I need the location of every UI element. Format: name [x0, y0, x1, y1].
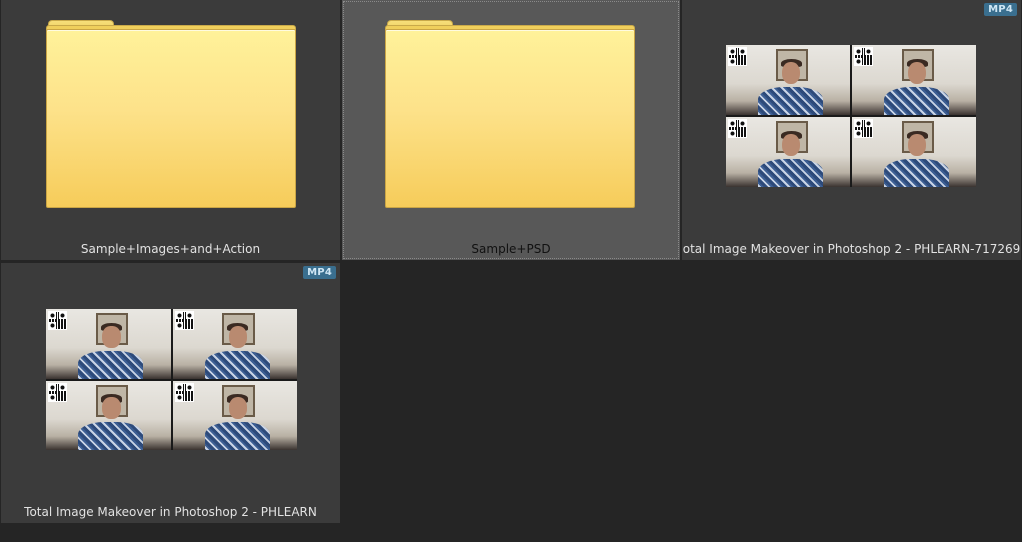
qr-code-icon — [728, 119, 747, 138]
tile-label: otal Image Makeover in Photoshop 2 - PHL… — [682, 242, 1021, 256]
qr-code-icon — [174, 382, 194, 402]
qr-code-icon — [854, 119, 873, 138]
video-frame — [46, 309, 171, 379]
file-browser-grid: Sample+Images+and+Action Sample+PSD MP4 … — [0, 0, 1022, 542]
mp4-badge: MP4 — [984, 3, 1017, 16]
video-tile-makeover-717269[interactable]: MP4 otal Image Makeover in Photoshop 2 -… — [682, 0, 1021, 260]
video-frame — [726, 117, 850, 187]
folder-tile-sample-psd[interactable]: Sample+PSD — [342, 0, 680, 260]
video-tile-makeover[interactable]: MP4 Total Image Makeover in Photoshop 2 … — [1, 263, 340, 523]
tile-label: Total Image Makeover in Photoshop 2 - PH… — [24, 505, 317, 519]
tile-label: Sample+PSD — [471, 242, 551, 256]
qr-code-icon — [854, 47, 873, 66]
video-frame — [172, 380, 297, 450]
folder-front — [46, 29, 296, 208]
qr-code-icon — [48, 311, 67, 330]
video-thumbnail — [46, 309, 297, 450]
video-frame — [852, 117, 976, 187]
video-frame — [46, 380, 171, 450]
video-frame — [726, 45, 850, 115]
folder-icon — [385, 20, 635, 208]
video-frame — [852, 45, 976, 115]
folder-front — [385, 29, 635, 208]
qr-code-icon — [174, 311, 194, 330]
video-thumbnail — [726, 45, 976, 187]
tile-label: Sample+Images+and+Action — [80, 242, 261, 256]
mp4-badge: MP4 — [303, 266, 336, 279]
qr-code-icon — [48, 382, 67, 402]
folder-tile-sample-images[interactable]: Sample+Images+and+Action — [1, 0, 340, 260]
qr-code-icon — [728, 47, 747, 66]
folder-icon — [46, 20, 296, 208]
video-frame — [172, 309, 297, 379]
